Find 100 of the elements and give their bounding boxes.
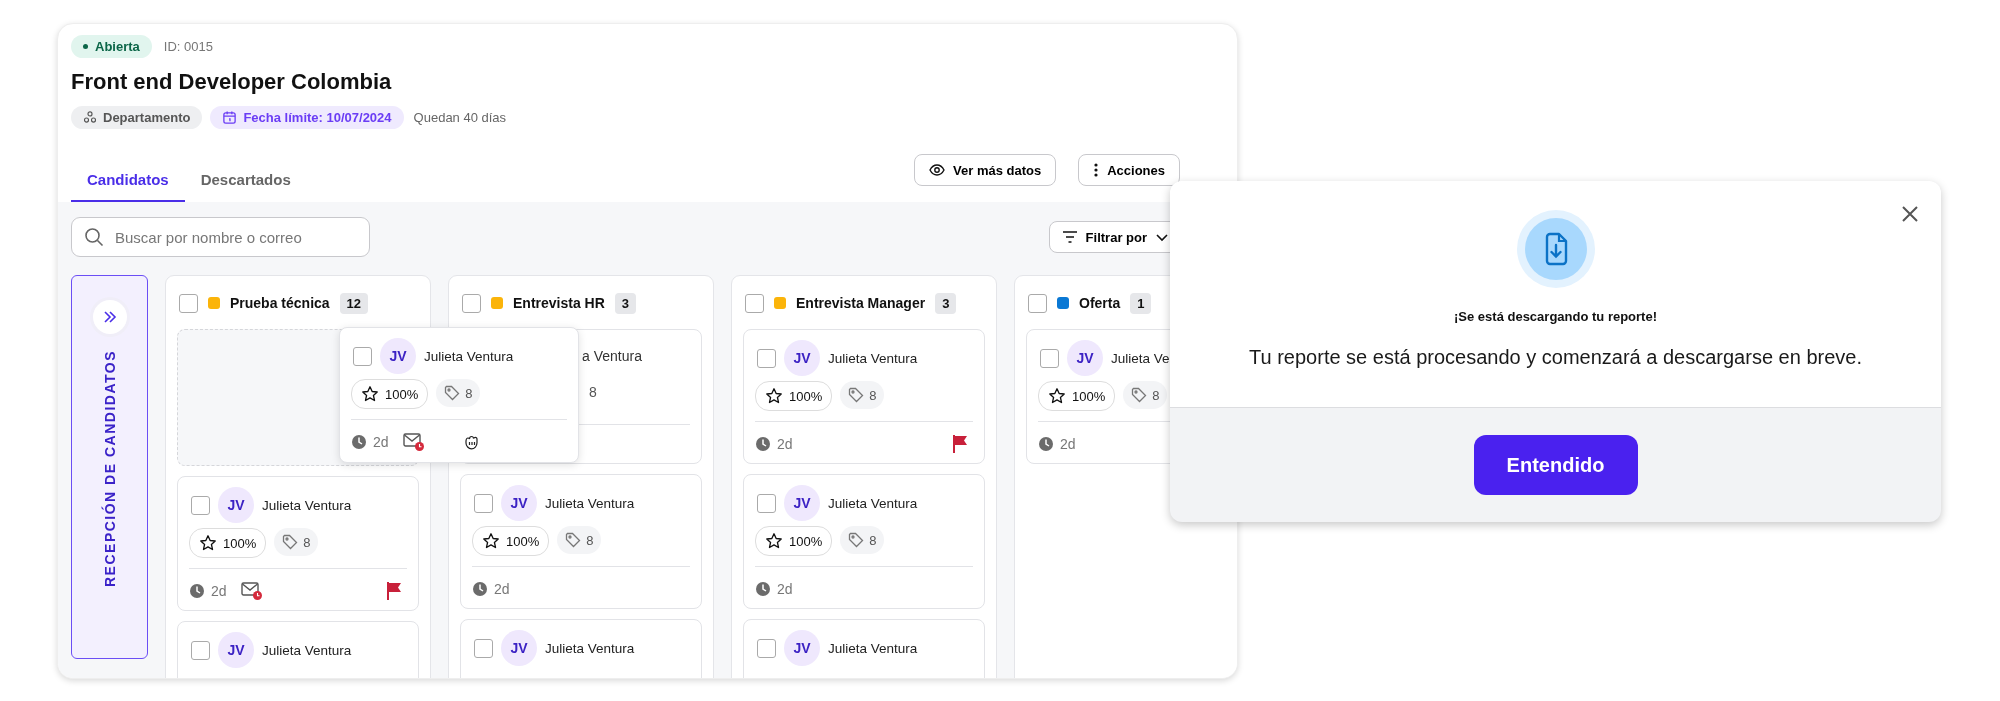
avatar: JV [218,632,254,668]
score-chip: 100% [755,526,833,556]
candidate-name: Julieta Ventura [828,350,918,366]
dialog-message: Tu reporte se está procesando y comenzará a descargarse en breve. [1249,346,1862,369]
tag-icon [444,385,461,401]
checkbox[interactable] [745,293,764,313]
elapsed-time: 2d [472,581,510,597]
checkbox[interactable] [191,640,210,660]
filter-icon [1061,230,1078,244]
score-chip: 100% [189,528,267,558]
candidate-card[interactable]: JV Julieta Ventura 100% 8 2d [460,474,702,609]
dragged-candidate-card[interactable]: JV Julieta Ventura 100% 8 2d [339,327,579,463]
tag-icon [282,534,299,550]
tab[interactable]: Descartados [184,171,307,202]
close-icon [1901,205,1919,223]
checkbox[interactable] [757,348,776,368]
candidate-card[interactable]: JV Julieta Ventura 100% 8 2d [743,474,985,609]
checkbox[interactable] [757,638,776,658]
tag-chip: 8 [840,381,885,409]
checkbox[interactable] [191,495,210,515]
score-chip: 100% [755,381,833,411]
tag-chip: 8 [274,528,319,556]
candidate-card[interactable]: JV Julieta Ventura [460,619,702,678]
candidate-name: Julieta Ventura [262,497,352,513]
tag-icon [1131,387,1148,403]
count-badge: 12 [339,292,369,314]
column-title: RECEPCIÓN DE CANDIDATOS [101,350,118,587]
confirm-button[interactable]: Entendido [1473,435,1638,495]
clock-icon [755,436,771,452]
avatar: JV [218,487,254,523]
checkbox[interactable] [353,346,372,366]
clock-icon [755,581,771,597]
checkbox[interactable] [462,293,481,313]
avatar: JV [501,485,537,521]
star-icon [361,385,379,403]
checkbox[interactable] [757,493,776,513]
job-title: Front end Developer Colombia [71,68,393,96]
column-title: Prueba técnica [230,295,330,311]
candidate-card[interactable]: JV Julieta Ventura 100% 8 2d [177,476,419,611]
candidate-card[interactable]: JV Julieta Ventura [177,621,419,678]
tag-chip: 8 [557,526,602,554]
checkbox[interactable] [474,493,493,513]
elapsed-time: 2d [351,434,389,450]
more-icon [1093,162,1100,178]
eye-icon [929,162,946,178]
file-download-icon [1515,209,1596,289]
candidate-name: a Ventura [582,348,642,364]
job-id: ID: 0015 [163,38,213,54]
checkbox[interactable] [1028,293,1047,313]
avatar: JV [380,338,416,374]
count-badge: 3 [935,292,957,314]
elapsed-time: 2d [1038,436,1076,452]
candidate-card[interactable]: JV Julieta Ventura 100% 8 2d [743,329,985,464]
elapsed-time: 2d [755,581,793,597]
star-icon [1048,387,1066,405]
candidate-name: Julieta Ventura [828,495,918,511]
checkbox[interactable] [179,293,198,313]
star-icon [765,532,783,550]
tag-icon [565,532,582,548]
double-chevron-icon [101,309,118,325]
expand-button[interactable] [92,300,127,334]
avatar: JV [784,485,820,521]
score-chip: 100% [1038,381,1116,411]
checkbox[interactable] [474,638,493,658]
star-icon [199,534,217,552]
candidate-name: Julieta Ventura [262,642,352,658]
remaining-days: Quedan 40 días [413,109,507,125]
checkbox[interactable] [1040,348,1059,368]
elapsed-time: 2d [189,583,227,599]
nodes-icon [83,110,97,124]
grab-cursor-icon [462,433,481,451]
department-chip: Departamento [71,105,203,129]
candidate-card[interactable]: JV Julieta Ventura [743,619,985,678]
actions-button[interactable]: Acciones [1078,154,1180,186]
column-title: Entrevista Manager [796,295,926,311]
tag-chip: 8 [840,526,885,554]
candidate-name: Julieta Ventura [545,640,635,656]
star-icon [765,387,783,405]
view-more-button[interactable]: Ver más datos [914,154,1057,186]
tag-icon [848,387,865,403]
avatar: JV [784,340,820,376]
tag-icon [848,532,865,548]
column-title: Oferta [1079,295,1121,311]
score-chip: 100% [351,379,429,409]
count-badge: 1 [1130,292,1152,314]
avatar: JV [1067,340,1103,376]
score-chip: 100% [472,526,550,556]
avatar: JV [784,630,820,666]
search-field[interactable]: Buscar por nombre o correo [71,217,370,257]
tag-chip: 8 [1123,381,1168,409]
clock-icon [472,581,488,597]
candidate-name: Julieta Ve [1111,350,1170,366]
clock-icon [1038,436,1054,452]
candidate-name: Julieta Ventura [828,640,918,656]
candidate-name: Julieta Ventura [545,495,635,511]
chevron-down-icon [1155,232,1169,242]
deadline-chip: Fecha límite: 10/07/2024 [210,105,404,129]
tag-chip: 8 [436,379,481,407]
clock-icon [351,434,367,450]
clock-icon [189,583,205,599]
